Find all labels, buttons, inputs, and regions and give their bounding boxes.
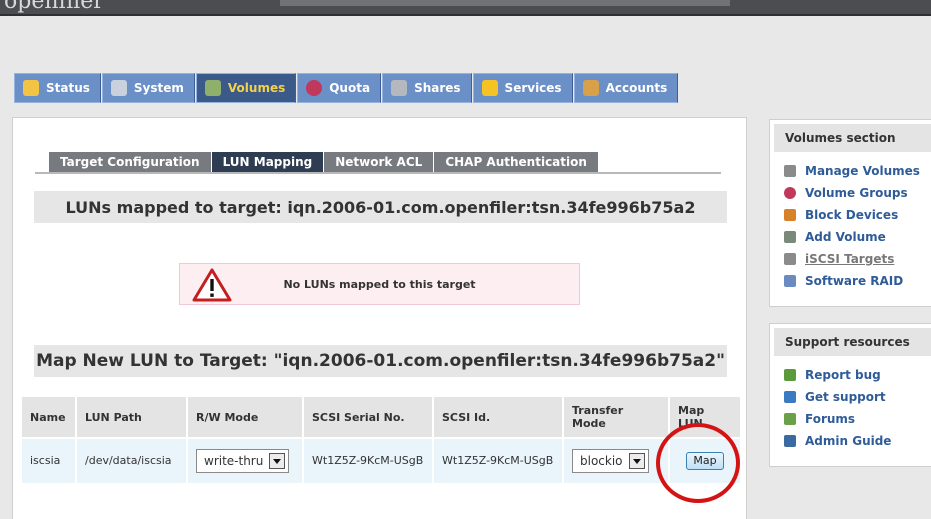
sidebar-item-manage-volumes[interactable]: Manage Volumes [770, 160, 931, 182]
sidebar-item-forums[interactable]: Forums [770, 408, 931, 430]
tab-status[interactable]: Status [14, 73, 101, 103]
tab-volumes[interactable]: Volumes [195, 73, 297, 103]
volumes-section-panel: Volumes section Manage Volumes Volume Gr… [769, 119, 931, 307]
pie-chart-icon [306, 80, 323, 96]
tab-services-label: Services [504, 81, 562, 95]
support-resources-list: Report bug Get support Forums Admin Guid… [770, 364, 931, 452]
sidebar-item-report-bug[interactable]: Report bug [770, 364, 931, 386]
disk-icon [784, 165, 796, 177]
subtabs-divider [35, 172, 721, 174]
volumes-section-title: Volumes section [774, 124, 931, 152]
col-name: Name [22, 397, 75, 437]
sidebar-item-block-devices[interactable]: Block Devices [770, 204, 931, 226]
tab-volumes-label: Volumes [227, 81, 286, 95]
raid-icon [784, 275, 796, 287]
tab-system-label: System [133, 81, 184, 95]
tab-shares-label: Shares [414, 81, 461, 95]
tab-quota-label: Quota [329, 81, 371, 95]
cell-scsi-id: Wt1Z5Z-9KcM-USgB [434, 439, 562, 483]
forum-icon [784, 413, 796, 425]
rw-mode-select[interactable]: write-thru [196, 449, 290, 473]
table-header-row: Name LUN Path R/W Mode SCSI Serial No. S… [22, 397, 740, 437]
sidebar-item-software-raid[interactable]: Software RAID [770, 270, 931, 292]
header-search-area [280, 0, 730, 6]
sidebar-item-iscsi-targets[interactable]: iSCSI Targets [770, 248, 931, 270]
volumes-section-list: Manage Volumes Volume Groups Block Devic… [770, 160, 931, 292]
app-logo: openfiler [4, 0, 104, 14]
sidebar-item-label: Admin Guide [805, 434, 892, 448]
cell-lun-path: /dev/data/iscsia [77, 439, 186, 483]
table-row: iscsia /dev/data/iscsia write-thru Wt1Z5… [22, 439, 740, 483]
col-lun-path: LUN Path [77, 397, 186, 437]
chevron-down-icon [628, 453, 645, 469]
sidebar-item-volume-groups[interactable]: Volume Groups [770, 182, 931, 204]
map-lun-button[interactable]: Map [686, 452, 724, 470]
iscsi-icon [784, 253, 796, 265]
col-scsi-serial: SCSI Serial No. [304, 397, 432, 437]
subtab-network-acl[interactable]: Network ACL [324, 152, 435, 172]
bug-icon [784, 369, 796, 381]
transfer-mode-value: blockio [580, 454, 623, 468]
tab-quota[interactable]: Quota [297, 73, 382, 103]
chevron-down-icon [269, 453, 286, 469]
support-resources-panel: Support resources Report bug Get support… [769, 323, 931, 467]
book-icon [784, 435, 796, 447]
sidebar-item-label: Manage Volumes [805, 164, 920, 178]
weather-icon [23, 80, 39, 96]
cell-scsi-serial: Wt1Z5Z-9KcM-USgB [304, 439, 432, 483]
users-icon [582, 80, 599, 96]
sidebar-item-add-volume[interactable]: Add Volume [770, 226, 931, 248]
cell-name: iscsia [22, 439, 75, 483]
support-resources-title: Support resources [774, 328, 931, 356]
tab-services[interactable]: Services [472, 73, 573, 103]
col-rw-mode: R/W Mode [188, 397, 302, 437]
cell-transfer-mode: blockio [564, 439, 668, 483]
main-content-panel: Target Configuration LUN Mapping Network… [12, 117, 747, 519]
subtab-target-configuration[interactable]: Target Configuration [49, 152, 212, 172]
server-icon [391, 80, 408, 96]
sidebar-item-label: iSCSI Targets [805, 252, 895, 266]
map-new-lun-heading: Map New LUN to Target: "iqn.2006-01.com.… [34, 345, 727, 377]
top-header-bar: openfiler [0, 0, 931, 16]
no-luns-message: No LUNs mapped to this target [283, 277, 476, 291]
tab-system[interactable]: System [101, 73, 195, 103]
transfer-mode-select[interactable]: blockio [572, 449, 649, 473]
sidebar-item-label: Get support [805, 390, 886, 404]
sidebar-item-label: Software RAID [805, 274, 904, 288]
subtab-lun-mapping[interactable]: LUN Mapping [211, 152, 325, 172]
sidebar-item-label: Report bug [805, 368, 881, 382]
sidebar-item-label: Add Volume [805, 230, 886, 244]
cell-rw-mode: write-thru [188, 439, 302, 483]
main-navigation: Status System Volumes Quota Shares Servi… [14, 73, 679, 103]
mapped-luns-heading: LUNs mapped to target: iqn.2006-01.com.o… [34, 191, 727, 223]
sidebar-item-label: Forums [805, 412, 856, 426]
tab-status-label: Status [46, 81, 90, 95]
pie-chart-icon [784, 187, 796, 199]
disk-icon [204, 80, 221, 96]
computer-icon [110, 80, 127, 96]
sidebar-item-get-support[interactable]: Get support [770, 386, 931, 408]
col-scsi-id: SCSI Id. [434, 397, 562, 437]
col-map-lun: Map LUN [670, 397, 740, 437]
add-disk-icon [784, 231, 796, 243]
tab-shares[interactable]: Shares [382, 73, 472, 103]
col-transfer-mode: Transfer Mode [564, 397, 668, 437]
tab-accounts-label: Accounts [605, 81, 668, 95]
sidebar-item-label: Block Devices [805, 208, 899, 222]
lun-mapping-table: Name LUN Path R/W Mode SCSI Serial No. S… [20, 395, 742, 485]
cell-map: Map [670, 439, 740, 483]
no-luns-alert: No LUNs mapped to this target [179, 263, 580, 305]
lightning-icon [481, 80, 498, 96]
support-icon [784, 391, 796, 403]
sidebar-item-admin-guide[interactable]: Admin Guide [770, 430, 931, 452]
sub-navigation: Target Configuration LUN Mapping Network… [49, 152, 599, 172]
tab-accounts[interactable]: Accounts [573, 73, 679, 103]
block-device-icon [784, 209, 796, 221]
sidebar-item-label: Volume Groups [805, 186, 908, 200]
subtab-chap-authentication[interactable]: CHAP Authentication [434, 152, 599, 172]
rw-mode-value: write-thru [204, 454, 264, 468]
